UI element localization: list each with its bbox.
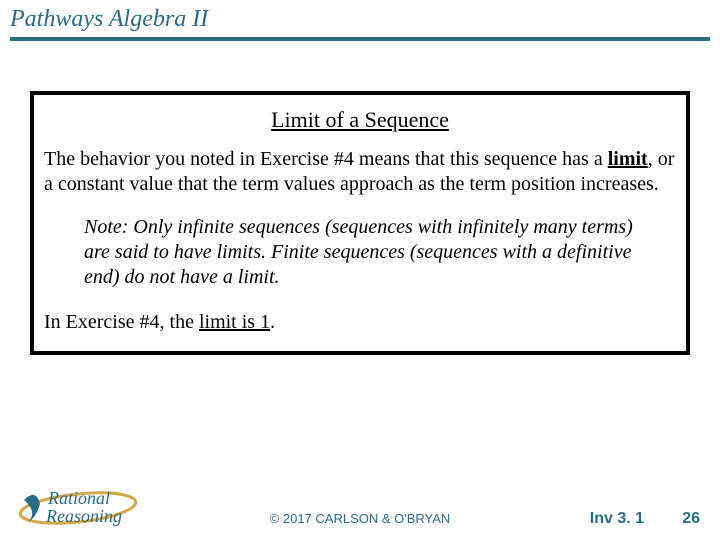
example-paragraph: In Exercise #4, the limit is 1.	[44, 310, 676, 335]
inv-label: Inv 3. 1	[590, 510, 644, 528]
logo-text-top: Rational	[47, 488, 110, 508]
para1-text-a: The behavior you noted in Exercise #4 me…	[44, 148, 608, 170]
course-title: Pathways Algebra II	[10, 6, 710, 33]
definition-box: Limit of a Sequence The behavior you not…	[30, 91, 690, 355]
limit-term: limit	[608, 148, 648, 170]
box-title: Limit of a Sequence	[44, 107, 676, 133]
note-paragraph: Note: Only infinite sequences (sequences…	[84, 215, 636, 290]
slide-header: Pathways Algebra II	[0, 0, 720, 35]
para2-text-b: .	[270, 311, 275, 333]
para2-text-a: In Exercise #4, the	[44, 311, 199, 333]
page-number: 26	[682, 510, 700, 528]
definition-paragraph: The behavior you noted in Exercise #4 me…	[44, 147, 676, 197]
header-rule	[10, 37, 710, 41]
limit-value: limit is 1	[199, 311, 270, 333]
slide-footer: Rational Reasoning © 2017 CARLSON & O'BR…	[0, 492, 720, 532]
